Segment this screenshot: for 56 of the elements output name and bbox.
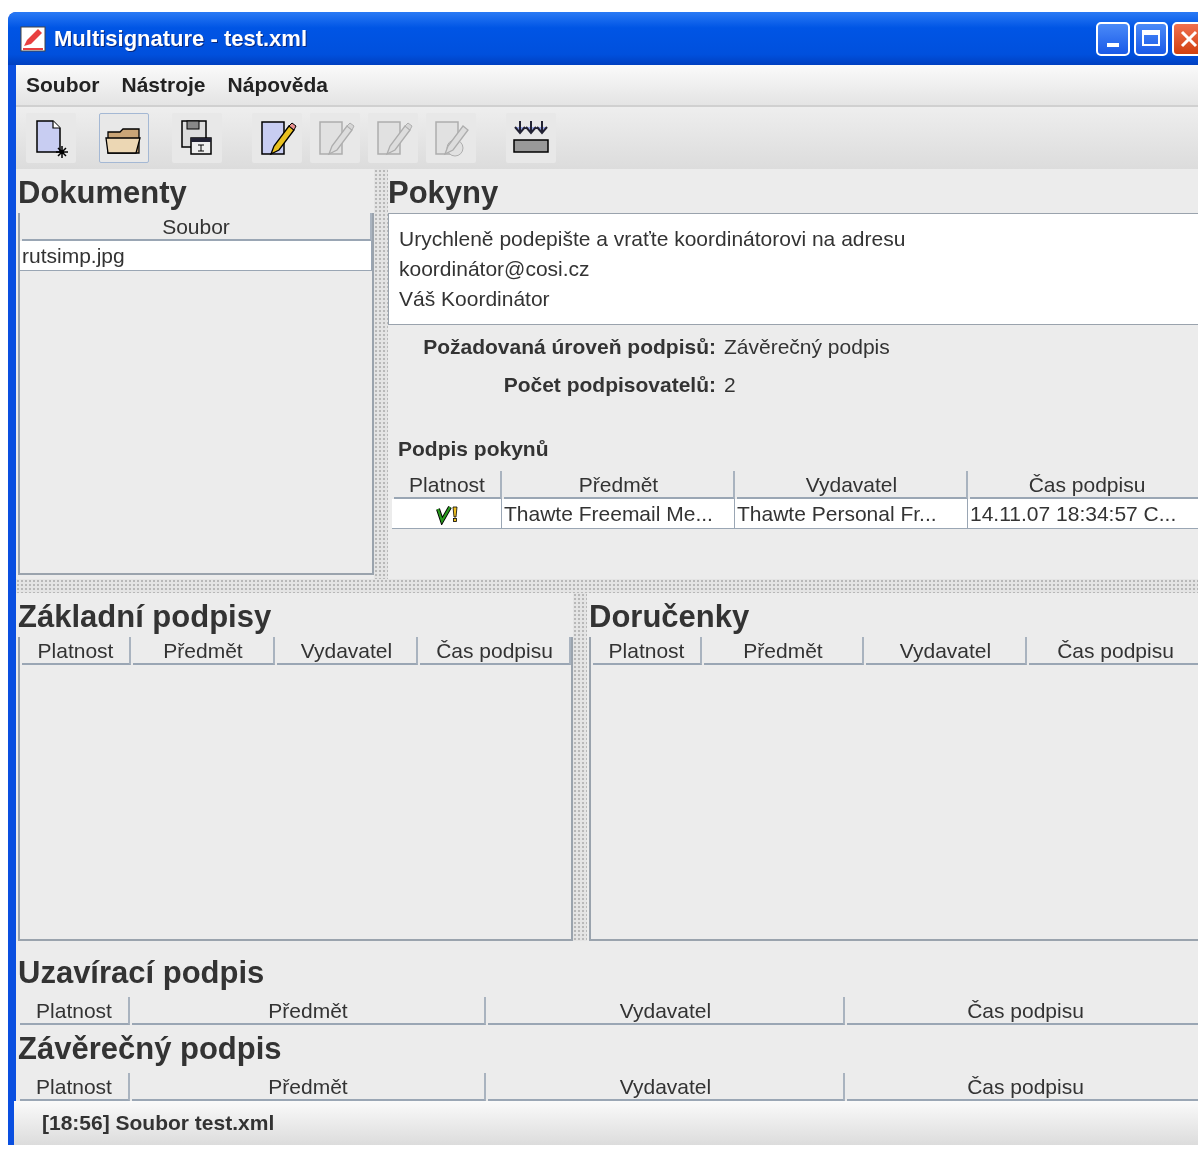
section-title: Závěrečný podpis <box>18 1030 283 1068</box>
panel-title: Základní podpisy <box>18 598 273 636</box>
field-label: Požadovaná úroveň podpisů: <box>422 335 716 359</box>
panel-title: Pokyny <box>388 174 500 212</box>
column-header[interactable]: Soubor <box>22 213 372 241</box>
section-title: Uzavírací podpis <box>18 954 266 992</box>
instructions-line: Urychleně podepište a vraťte koordinátorovi na adresu <box>399 226 907 252</box>
table-cell: rutsimp.jpg <box>20 241 372 271</box>
table-cell: Thawte Freemail Me... <box>502 499 735 529</box>
field-value: 2 <box>724 373 737 397</box>
close-icon <box>1180 29 1198 48</box>
instructions-line: Váš Koordinátor <box>399 286 551 312</box>
window-title: Multisignature - test.xml <box>54 25 308 52</box>
toolbar-button[interactable] <box>99 113 149 163</box>
column-header[interactable]: Platnost <box>20 997 130 1025</box>
toolbar-button[interactable] <box>26 113 76 163</box>
minimize-button[interactable] <box>1096 21 1130 56</box>
column-header[interactable]: Vydavatel <box>277 637 418 665</box>
column-header[interactable]: Platnost <box>22 637 131 665</box>
panel-title: Doručenky <box>589 598 751 636</box>
field-label: Počet podpisovatelů: <box>502 373 716 397</box>
column-header[interactable]: Čas podpisu <box>970 471 1198 499</box>
status-text: [18:56] Soubor test.xml <box>42 1111 275 1135</box>
column-header[interactable]: Čas podpisu <box>847 997 1198 1025</box>
column-header[interactable]: Předmět <box>132 997 486 1025</box>
column-header[interactable]: Vydavatel <box>488 997 845 1025</box>
column-header[interactable]: Předmět <box>133 637 275 665</box>
toolbar-button[interactable] <box>506 113 556 163</box>
maximize-button[interactable] <box>1134 21 1168 56</box>
panel-title: Dokumenty <box>18 174 188 212</box>
close-button[interactable] <box>1172 21 1198 56</box>
column-header[interactable]: Vydavatel <box>866 637 1027 665</box>
column-header[interactable]: Vydavatel <box>737 471 968 499</box>
column-header[interactable]: Čas podpisu <box>847 1073 1198 1101</box>
instructions-line: koordinátor@cosi.cz <box>399 256 591 282</box>
column-header[interactable]: Platnost <box>394 471 502 499</box>
menu-item[interactable]: Soubor <box>26 73 100 97</box>
column-header[interactable]: Vydavatel <box>488 1073 845 1101</box>
column-header[interactable]: Čas podpisu <box>420 637 571 665</box>
column-header[interactable]: Platnost <box>593 637 702 665</box>
field-value: Závěrečný podpis <box>724 335 891 359</box>
column-header[interactable]: Předmět <box>504 471 735 499</box>
column-header[interactable]: Platnost <box>20 1073 130 1101</box>
column-header[interactable]: Předmět <box>132 1073 486 1101</box>
table-cell: 14.11.07 18:34:57 C... <box>968 499 1198 529</box>
column-header[interactable]: Čas podpisu <box>1029 637 1198 665</box>
minimize-icon <box>1107 42 1119 47</box>
menu-item[interactable]: Nápověda <box>227 73 328 97</box>
section-label: Podpis pokynů <box>398 437 550 461</box>
menu-item[interactable]: Nástroje <box>121 73 206 97</box>
toolbar-button[interactable] <box>172 113 222 163</box>
column-header[interactable]: Předmět <box>704 637 864 665</box>
app-icon <box>20 25 46 52</box>
table-cell: Thawte Personal Fr... <box>735 499 968 529</box>
maximize-icon <box>1142 29 1160 48</box>
toolbar-button[interactable] <box>252 113 302 163</box>
